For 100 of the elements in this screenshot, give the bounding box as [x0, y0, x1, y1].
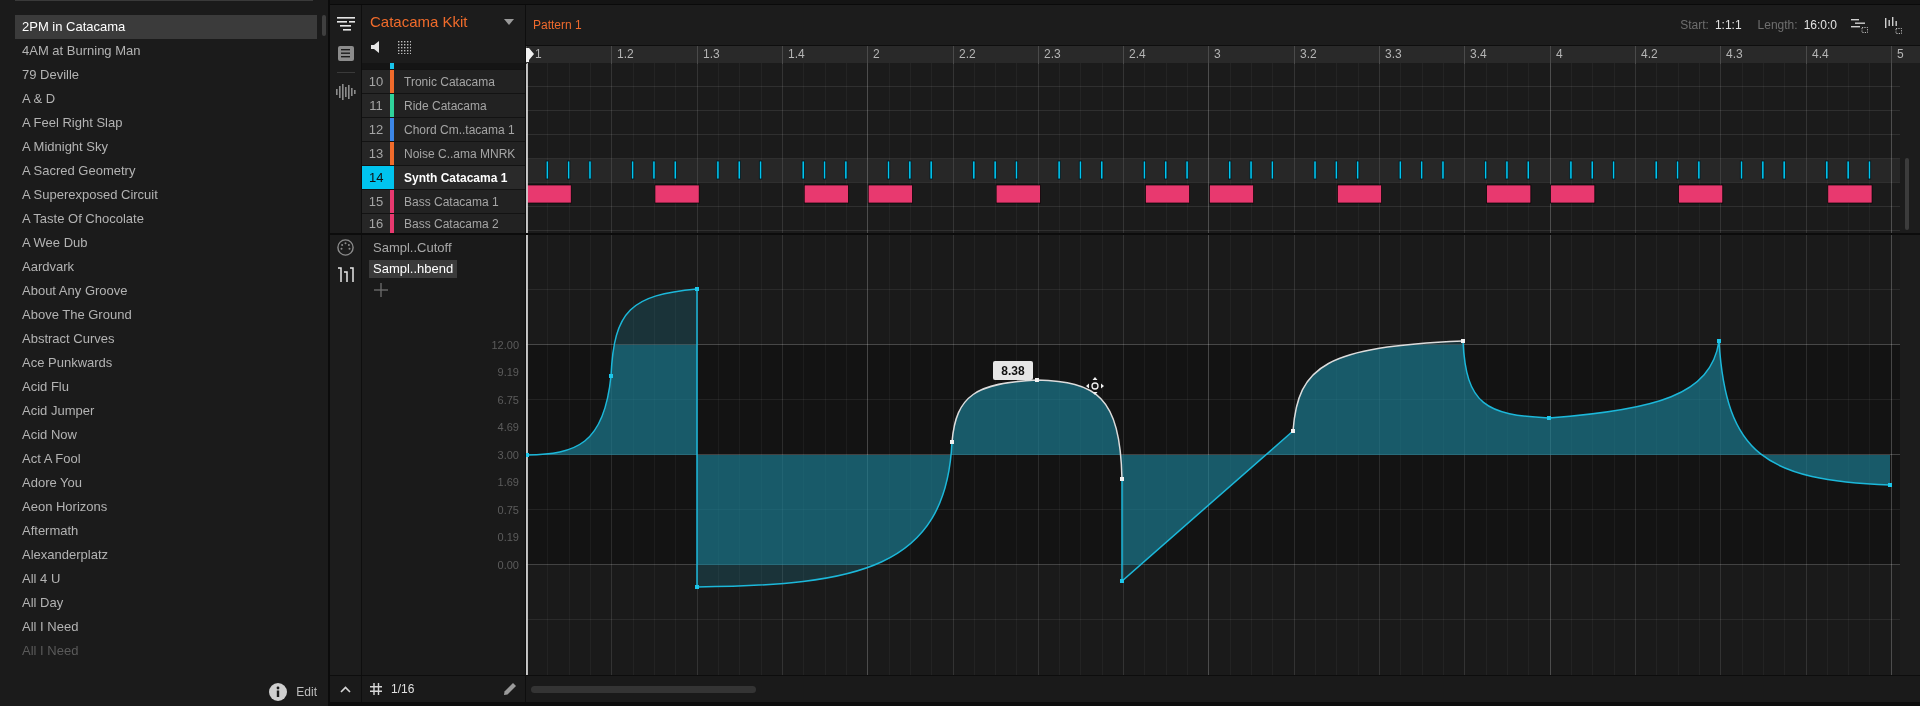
- note-tick[interactable]: [1569, 160, 1573, 180]
- note-block[interactable]: [654, 184, 700, 204]
- note-block[interactable]: [1827, 184, 1873, 204]
- note-tick[interactable]: [716, 160, 720, 180]
- browser-item[interactable]: About Any Groove: [15, 279, 317, 303]
- track-number[interactable]: 16: [362, 214, 390, 233]
- note-tick[interactable]: [1270, 160, 1274, 180]
- note-tick[interactable]: [993, 160, 997, 180]
- note-tick[interactable]: [588, 160, 592, 180]
- note-tick[interactable]: [1697, 160, 1701, 180]
- note-tick[interactable]: [1761, 160, 1765, 180]
- browser-item[interactable]: Abstract Curves: [15, 327, 317, 351]
- browser-item[interactable]: A Midnight Sky: [15, 135, 317, 159]
- track-name[interactable]: Synth Catacama 1: [394, 166, 525, 189]
- hash-icon[interactable]: [370, 683, 382, 695]
- note-tick[interactable]: [673, 160, 677, 180]
- note-tick[interactable]: [1356, 160, 1360, 180]
- grid-resolution[interactable]: 1/16: [391, 680, 415, 698]
- browser-item[interactable]: Alexanderplatz: [15, 543, 317, 567]
- note-tick[interactable]: [1505, 160, 1509, 180]
- note-block[interactable]: [526, 184, 572, 204]
- note-tick[interactable]: [1526, 160, 1530, 180]
- track-number[interactable]: 12: [362, 118, 390, 141]
- pattern-name[interactable]: Pattern 1: [533, 16, 582, 34]
- lines-icon[interactable]: [336, 17, 355, 31]
- chevron-up-icon[interactable]: [340, 685, 351, 693]
- note-tick[interactable]: [1867, 160, 1872, 180]
- track-name[interactable]: Chord Cm..tacama 1: [394, 118, 525, 141]
- track-number[interactable]: 15: [362, 190, 390, 213]
- note-block[interactable]: [867, 184, 913, 204]
- steps-icon[interactable]: [336, 267, 355, 283]
- note-tick[interactable]: [1675, 160, 1680, 180]
- note-tick[interactable]: [1846, 160, 1850, 180]
- track-name[interactable]: Ride Catacama: [394, 94, 525, 117]
- track-number[interactable]: 11: [362, 94, 390, 117]
- note-tick[interactable]: [567, 160, 571, 180]
- note-tick[interactable]: [545, 160, 549, 180]
- timeline-ruler[interactable]: 1 1.2 1.3 1.4 2 2.2 2.3 2.4 3 3.2 3.3 3.4 4 4.2 4.3 4.4 5: [526, 45, 1920, 63]
- browser-item[interactable]: Ace Punkwards: [15, 351, 317, 375]
- track-number[interactable]: 14: [362, 166, 394, 189]
- note-tick[interactable]: [1739, 160, 1744, 180]
- browser-item[interactable]: A Feel Right Slap: [15, 111, 317, 135]
- scrollbar-thumb[interactable]: [1905, 158, 1909, 230]
- track-number[interactable]: 13: [362, 142, 390, 165]
- note-block[interactable]: [995, 184, 1041, 204]
- bars-frame-icon[interactable]: [1885, 16, 1902, 34]
- note-tick[interactable]: [1420, 160, 1424, 180]
- note-block[interactable]: [1337, 184, 1382, 204]
- note-block[interactable]: [803, 184, 849, 204]
- note-tick[interactable]: [1014, 160, 1019, 180]
- note-tick[interactable]: [1078, 160, 1083, 180]
- browser-item[interactable]: Adore You: [15, 471, 317, 495]
- browser-item[interactable]: 4AM at Burning Man: [15, 39, 317, 63]
- browser-item[interactable]: Acid Flu: [15, 375, 317, 399]
- kit-name[interactable]: Catacama Kkit: [370, 10, 468, 34]
- note-block[interactable]: [1145, 184, 1190, 204]
- note-tick[interactable]: [1590, 160, 1594, 180]
- knob-icon[interactable]: [337, 239, 354, 256]
- note-tick[interactable]: [1313, 160, 1317, 180]
- note-block[interactable]: [1550, 184, 1596, 204]
- note-tick[interactable]: [929, 160, 933, 180]
- browser-item[interactable]: 79 Deville: [15, 63, 317, 87]
- note-tick[interactable]: [822, 160, 827, 180]
- document-icon[interactable]: [337, 46, 354, 61]
- note-tick[interactable]: [652, 160, 656, 180]
- browser-item[interactable]: Act A Fool: [15, 447, 317, 471]
- note-tick[interactable]: [1825, 160, 1829, 180]
- note-tick[interactable]: [908, 160, 912, 180]
- note-tick[interactable]: [1164, 160, 1168, 180]
- browser-item[interactable]: A Taste Of Chocolate: [15, 207, 317, 231]
- parameter-tab[interactable]: Sampl..Cutoff: [369, 239, 456, 257]
- note-tick[interactable]: [631, 160, 635, 180]
- caret-icon[interactable]: [504, 19, 514, 25]
- note-tick[interactable]: [1100, 160, 1104, 180]
- note-block[interactable]: [1486, 184, 1532, 204]
- browser-item[interactable]: A Sacred Geometry: [15, 159, 317, 183]
- pencil-icon[interactable]: [503, 682, 517, 696]
- browser-item[interactable]: A Superexposed Circuit: [15, 183, 317, 207]
- note-tick[interactable]: [737, 160, 741, 180]
- scrollbar-thumb[interactable]: [322, 15, 326, 36]
- note-tick[interactable]: [886, 160, 891, 180]
- note-tick[interactable]: [972, 160, 976, 180]
- track-name[interactable]: Bass Catacama 2: [394, 214, 525, 233]
- note-tick[interactable]: [1249, 160, 1253, 180]
- note-tick[interactable]: [1142, 160, 1147, 180]
- note-tick[interactable]: [1398, 160, 1402, 180]
- browser-item[interactable]: Acid Jumper: [15, 399, 317, 423]
- note-tick[interactable]: [1654, 160, 1658, 180]
- browser-item[interactable]: All 4 U: [15, 567, 317, 591]
- length-value[interactable]: 16:0:0: [1803, 16, 1837, 34]
- track-number[interactable]: 10: [362, 70, 390, 93]
- note-tick[interactable]: [844, 160, 848, 180]
- lines-frame-icon[interactable]: [1851, 17, 1868, 33]
- note-tick[interactable]: [1782, 160, 1786, 180]
- note-tick[interactable]: [1057, 160, 1061, 180]
- browser-item[interactable]: All I Need: [15, 615, 317, 639]
- note-tick[interactable]: [1441, 160, 1445, 180]
- move-cursor-icon[interactable]: [1086, 377, 1104, 395]
- browser-item[interactable]: Aeon Horizons: [15, 495, 317, 519]
- start-value[interactable]: 1:1:1: [1714, 16, 1742, 34]
